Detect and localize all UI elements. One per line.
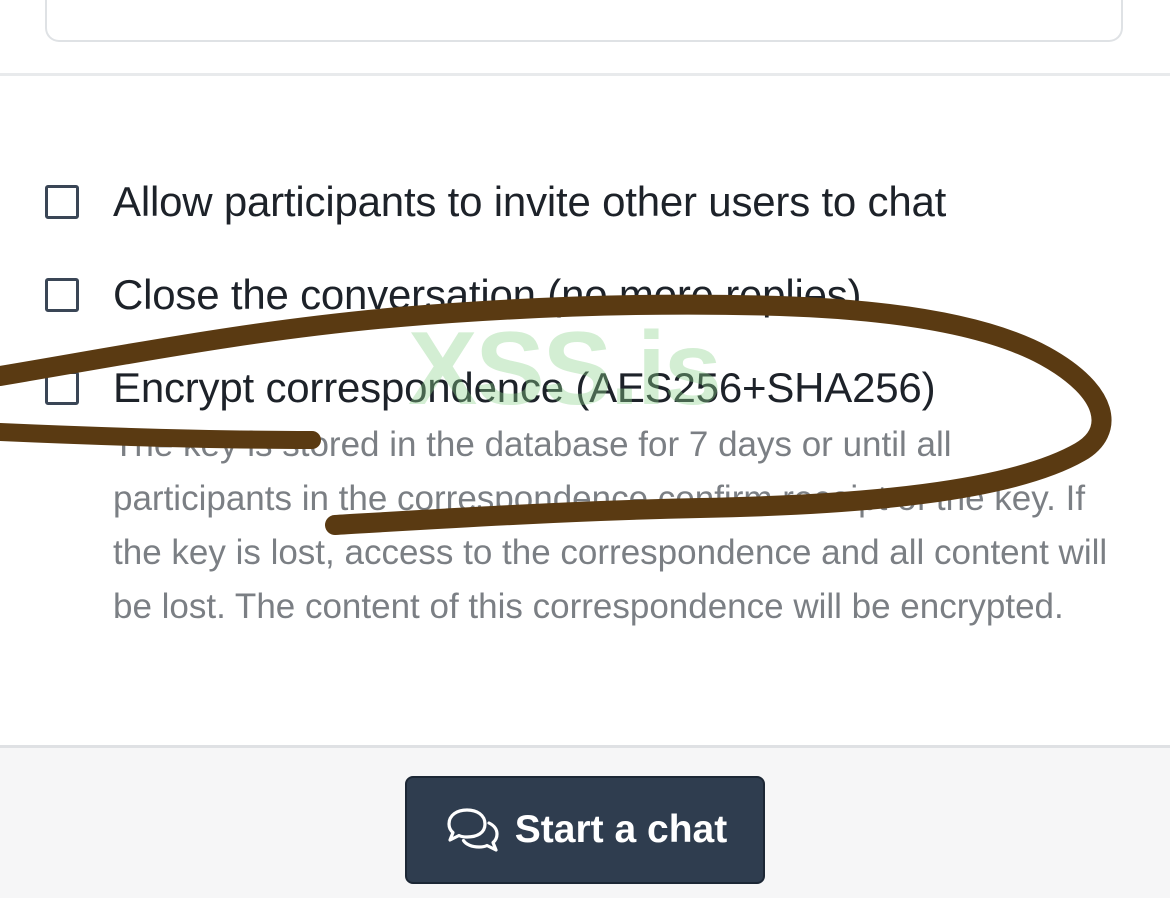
start-chat-button[interactable]: Start a chat: [405, 776, 765, 884]
encrypt-hint-text: The key is stored in the database for 7 …: [113, 425, 1108, 626]
option-encrypt-correspondence[interactable]: Encrypt correspondence (AES256+SHA256): [45, 364, 936, 412]
close-conversation-label[interactable]: Close the conversation (no more replies): [113, 271, 862, 319]
option-close-conversation[interactable]: Close the conversation (no more replies): [45, 271, 862, 319]
allow-invite-label[interactable]: Allow participants to invite other users…: [113, 178, 946, 226]
start-chat-label: Start a chat: [514, 808, 728, 851]
option-allow-invite[interactable]: Allow participants to invite other users…: [45, 178, 946, 226]
close-conversation-checkbox[interactable]: [45, 278, 79, 312]
section-divider: [0, 73, 1170, 76]
allow-invite-checkbox[interactable]: [45, 185, 79, 219]
encrypt-checkbox[interactable]: [45, 371, 79, 405]
comments-icon: [443, 806, 501, 854]
page: Allow participants to invite other users…: [0, 0, 1170, 898]
encrypt-label[interactable]: Encrypt correspondence (AES256+SHA256): [113, 364, 936, 412]
message-textarea[interactable]: [45, 0, 1123, 42]
